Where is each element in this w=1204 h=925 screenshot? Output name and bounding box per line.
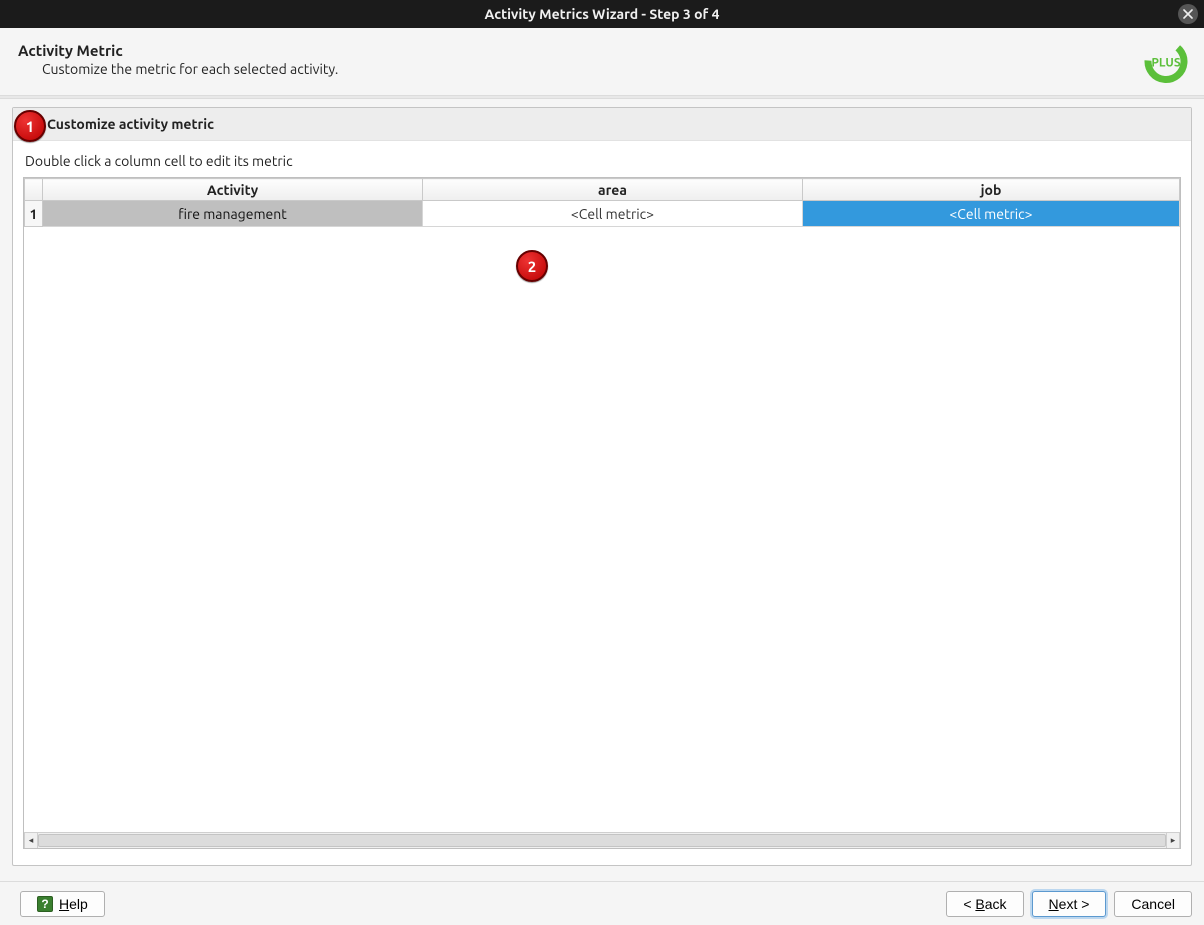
group-hint: Double click a column cell to edit its m… (25, 153, 1179, 169)
annotation-badge-2: 2 (516, 250, 548, 282)
metrics-table-wrap: Activity area job 1 fire management <Cel… (23, 177, 1181, 849)
col-job[interactable]: job (803, 179, 1180, 201)
group-header: Customize activity metric (13, 108, 1191, 141)
table-row: 1 fire management <Cell metric> <Cell me… (25, 201, 1180, 227)
row-number: 1 (25, 201, 43, 227)
scroll-right-icon[interactable]: ▸ (1166, 833, 1180, 848)
annotation-badge-1: 1 (14, 110, 46, 142)
col-activity[interactable]: Activity (43, 179, 423, 201)
table-corner (25, 179, 43, 201)
close-icon (1183, 9, 1193, 19)
title-bar: Activity Metrics Wizard - Step 3 of 4 (0, 0, 1204, 28)
scroll-thumb[interactable] (38, 834, 1166, 847)
scroll-track[interactable] (38, 833, 1166, 848)
back-button-label: < Back (963, 896, 1006, 912)
horizontal-scrollbar[interactable]: ◂ ▸ (24, 832, 1180, 848)
wizard-footer: ? Help < Back Next > Cancel (0, 881, 1204, 925)
page-subtitle: Customize the metric for each selected a… (18, 61, 1186, 77)
scroll-left-icon[interactable]: ◂ (24, 833, 38, 848)
col-area[interactable]: area (423, 179, 803, 201)
cell-activity[interactable]: fire management (43, 201, 423, 227)
next-button-label: Next > (1049, 896, 1090, 912)
cancel-button[interactable]: Cancel (1114, 891, 1192, 917)
help-button-label: Help (59, 896, 88, 912)
next-button[interactable]: Next > (1032, 891, 1107, 917)
metrics-table: Activity area job 1 fire management <Cel… (24, 178, 1180, 227)
page-title: Activity Metric (18, 42, 1186, 59)
customize-group: Customize activity metric Double click a… (12, 107, 1192, 866)
help-button[interactable]: ? Help (20, 891, 105, 917)
help-icon: ? (37, 896, 53, 912)
window-title: Activity Metrics Wizard - Step 3 of 4 (485, 6, 720, 22)
plus-logo: PLUS (1144, 39, 1188, 86)
cell-job[interactable]: <Cell metric> (803, 201, 1180, 227)
customize-checkbox-label: Customize activity metric (47, 116, 214, 132)
back-button[interactable]: < Back (946, 891, 1023, 917)
cell-area[interactable]: <Cell metric> (423, 201, 803, 227)
wizard-header: Activity Metric Customize the metric for… (0, 28, 1204, 95)
cancel-button-label: Cancel (1131, 896, 1175, 912)
close-button[interactable] (1178, 4, 1198, 24)
svg-text:PLUS: PLUS (1151, 56, 1180, 69)
